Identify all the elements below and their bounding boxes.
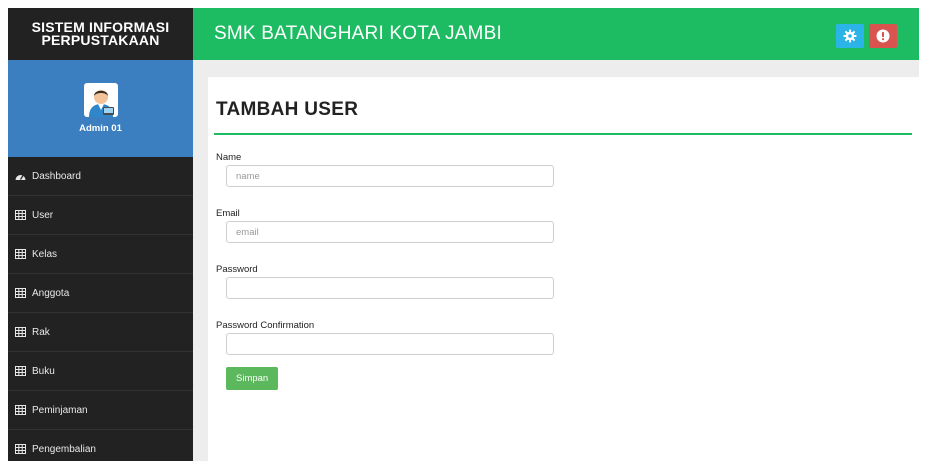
- alert-button[interactable]: [869, 24, 897, 48]
- sidebar-item-label: Dashboard: [32, 170, 81, 182]
- sidebar-item-label: Peminjaman: [32, 404, 88, 416]
- table-icon: [15, 366, 26, 376]
- sidebar-item-peminjaman[interactable]: Peminjaman: [8, 391, 193, 430]
- sidebar-item-pengembalian[interactable]: Pengembalian: [8, 430, 193, 461]
- sidebar-item-anggota[interactable]: Anggota: [8, 274, 193, 313]
- email-label: Email: [216, 208, 240, 219]
- alert-icon: [876, 29, 890, 43]
- password-confirmation-label: Password Confirmation: [216, 320, 315, 331]
- app-frame: SISTEM INFORMASI PERPUSTAKAAN Admin 01 D…: [8, 8, 919, 461]
- gear-icon: [843, 29, 857, 43]
- sidebar-item-label: Rak: [32, 326, 50, 338]
- main-content: TAMBAH USER Name Email Password Password…: [208, 77, 919, 461]
- table-icon: [15, 327, 26, 337]
- sidebar-menu: Dashboard User Kelas Anggota Rak Buku Pe…: [8, 157, 193, 461]
- site-title: SMK BATANGHARI KOTA JAMBI: [214, 23, 502, 44]
- password-label: Password: [216, 264, 258, 275]
- table-icon: [15, 210, 26, 220]
- brand-line-2: PERPUSTAKAAN: [41, 32, 160, 48]
- dashboard-icon: [15, 171, 26, 181]
- sidebar-item-label: Kelas: [32, 248, 58, 260]
- password-confirmation-input[interactable]: [226, 333, 554, 355]
- sidebar-item-label: User: [32, 209, 54, 221]
- settings-button[interactable]: [836, 24, 864, 48]
- sidebar-item-dashboard[interactable]: Dashboard: [8, 157, 193, 196]
- table-icon: [15, 249, 26, 259]
- page-title: TAMBAH USER: [216, 99, 359, 120]
- table-icon: [15, 444, 26, 454]
- table-icon: [15, 288, 26, 298]
- avatar: [83, 83, 118, 117]
- name-input[interactable]: [226, 165, 554, 187]
- table-icon: [15, 405, 26, 415]
- sidebar-item-kelas[interactable]: Kelas: [8, 235, 193, 274]
- title-divider: [214, 133, 912, 135]
- sidebar-item-label: Buku: [32, 365, 55, 377]
- sidebar-item-buku[interactable]: Buku: [8, 352, 193, 391]
- save-button[interactable]: Simpan: [226, 367, 279, 390]
- name-label: Name: [216, 152, 242, 163]
- top-bar: SMK BATANGHARI KOTA JAMBI: [193, 8, 919, 60]
- sidebar-item-label: Anggota: [32, 287, 70, 299]
- user-profile: Admin 01: [8, 60, 193, 157]
- sidebar: SISTEM INFORMASI PERPUSTAKAAN Admin 01 D…: [8, 8, 193, 461]
- sidebar-item-user[interactable]: User: [8, 196, 193, 235]
- user-avatar-icon: [88, 90, 114, 117]
- profile-name: Admin 01: [79, 123, 122, 134]
- sidebar-item-rak[interactable]: Rak: [8, 313, 193, 352]
- sidebar-item-label: Pengembalian: [32, 443, 96, 455]
- sidebar-brand: SISTEM INFORMASI PERPUSTAKAAN: [8, 8, 193, 60]
- password-input[interactable]: [226, 277, 554, 299]
- email-input[interactable]: [226, 221, 554, 243]
